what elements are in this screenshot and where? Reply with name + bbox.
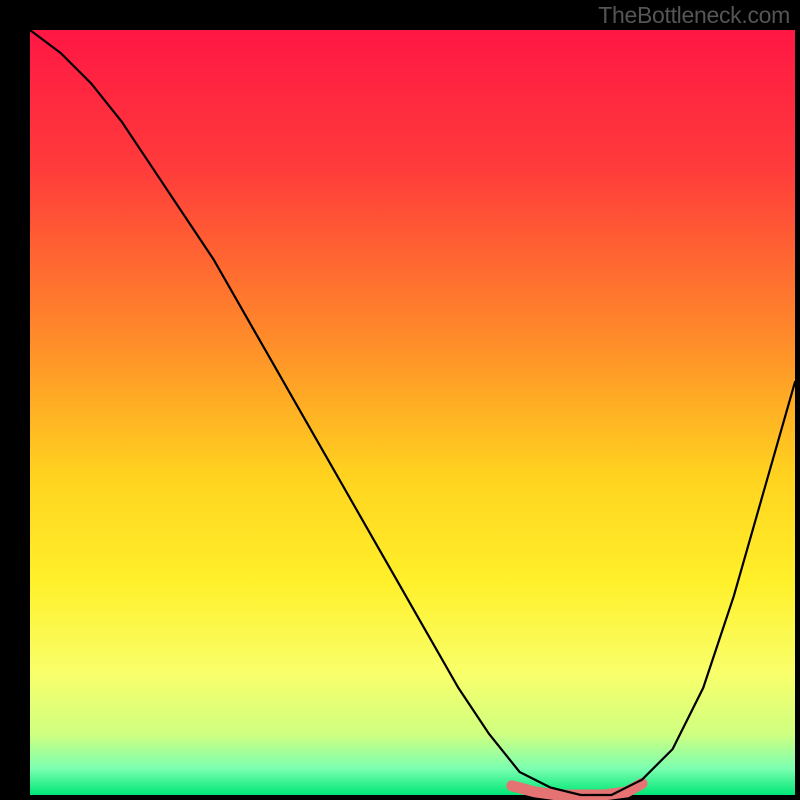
chart-container: TheBottleneck.com [0, 0, 800, 800]
watermark-text: TheBottleneck.com [598, 2, 790, 29]
bottleneck-chart [0, 0, 800, 800]
gradient-background [30, 30, 795, 795]
